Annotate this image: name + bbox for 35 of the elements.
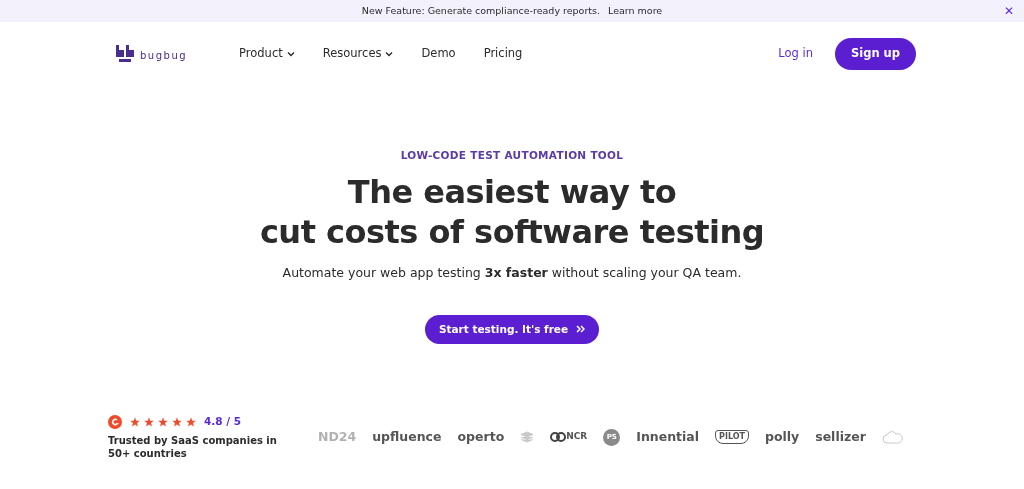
cta-button[interactable]: Start testing. It's free: [424, 314, 600, 345]
company-logo: operto: [457, 427, 505, 446]
star-icon: [144, 417, 154, 428]
rating-text: 4.8 / 5: [204, 414, 242, 430]
banner-text: New Feature: Generate compliance-ready reports.: [361, 3, 600, 18]
signup-button[interactable]: Sign up: [834, 38, 916, 70]
company-logo: polly: [764, 427, 800, 446]
nav-link[interactable]: Product: [239, 45, 295, 63]
logo-text[interactable]: bugbug: [140, 48, 188, 63]
chevrons-icon: [576, 325, 586, 334]
company-logo: Innential: [636, 427, 700, 446]
eyebrow-text: LOW-CODE TEST AUTOMATION TOOL: [399, 148, 625, 163]
nav-link[interactable]: Resources: [322, 45, 394, 63]
star-icon: [186, 417, 196, 428]
company-logo: NCR: [550, 430, 588, 444]
company-logo: upfluence: [372, 427, 442, 446]
subtitle-text: Automate your web app testing 3x faster without scaling your QA team.: [281, 263, 743, 282]
caret-icon: [286, 51, 295, 57]
company-logo: PILOT: [715, 430, 749, 445]
trust-text: Trusted by SaaS companies in 50+ countries: [108, 434, 278, 460]
company-logo: ND24: [318, 427, 357, 446]
nav-link[interactable]: Pricing: [483, 45, 523, 63]
headline-line: The easiest way to: [346, 171, 678, 212]
nav-link[interactable]: Demo: [421, 45, 456, 63]
login-link[interactable]: Log in: [778, 45, 813, 63]
logo-icon: [116, 45, 136, 63]
company-logo: sellizer: [815, 427, 866, 446]
close-button[interactable]: ✕: [1003, 2, 1014, 20]
learn-more-link[interactable]: Learn more: [608, 3, 663, 19]
star-icon: [172, 417, 182, 428]
headline-line: cut costs of software testing: [258, 211, 766, 252]
star-icon: [158, 417, 168, 428]
g2-icon: [108, 415, 122, 430]
caret-icon: [385, 51, 394, 57]
star-icon: [130, 417, 140, 428]
